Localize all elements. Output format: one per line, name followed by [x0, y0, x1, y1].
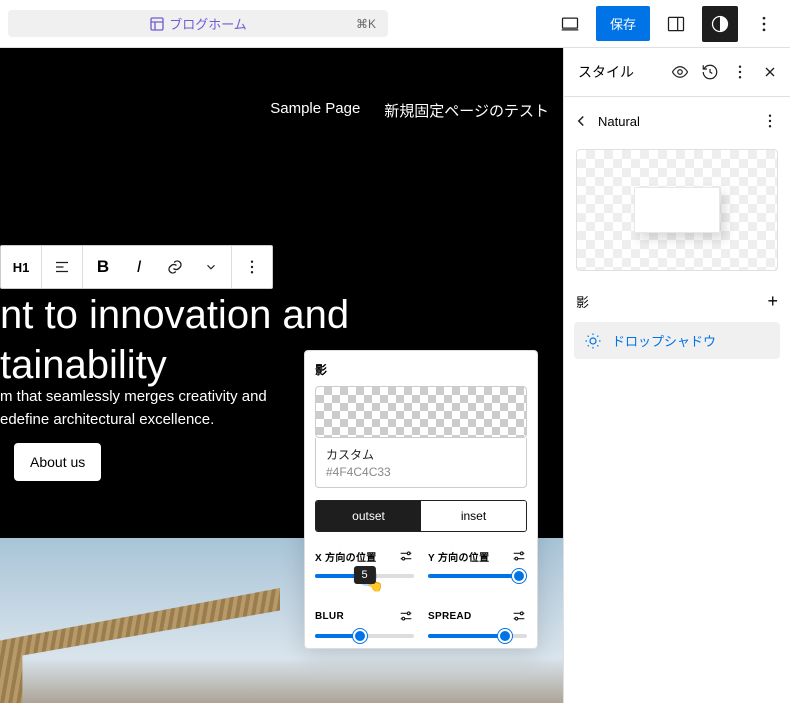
breadcrumb-text: ブログホーム [169, 14, 247, 33]
sun-icon [584, 332, 602, 350]
panel-toggle-button[interactable] [658, 6, 694, 42]
revisions-button[interactable] [696, 58, 724, 86]
settings-icon[interactable] [398, 608, 414, 624]
slider-y-track[interactable] [428, 574, 527, 578]
shadow-swatch[interactable] [315, 386, 527, 438]
layout-icon [149, 16, 165, 32]
drop-shadow-item[interactable]: ドロップシャドウ [574, 322, 780, 359]
slider-y: Y 方向の位置 [428, 548, 527, 578]
chevron-left-icon [572, 112, 590, 130]
sidebar-more-button[interactable] [726, 58, 754, 86]
italic-button[interactable]: I [121, 248, 157, 286]
outset-button[interactable]: outset [316, 501, 421, 531]
settings-icon[interactable] [511, 608, 527, 624]
align-button[interactable] [44, 248, 80, 286]
block-toolbar: H1 B I [0, 245, 273, 289]
styles-sidebar: スタイル Natural 影 + ドロップシャドウ [563, 48, 790, 703]
block-more-button[interactable] [234, 248, 270, 286]
top-bar: ブログホーム ⌘K 保存 [0, 0, 790, 48]
nav-link-sample[interactable]: Sample Page [270, 100, 360, 121]
shortcut-hint: ⌘K [356, 17, 376, 31]
shadow-popover: 影 カスタム #4F4C4C33 outset inset X 方向の位置 👆 [304, 350, 538, 649]
sidebar-title: スタイル [578, 62, 634, 82]
slider-spread: SPREAD [428, 608, 527, 638]
more-menu-button[interactable] [746, 6, 782, 42]
main-area: Sample Page 新規固定ページのテスト H1 B I nt to inn… [0, 48, 790, 703]
site-nav: Sample Page 新規固定ページのテスト [270, 100, 549, 121]
settings-icon[interactable] [398, 548, 414, 564]
back-button[interactable]: Natural [572, 112, 640, 130]
sub-more-button[interactable] [756, 107, 784, 135]
preview-box [634, 187, 720, 233]
sidebar-subheader: Natural [564, 97, 790, 145]
shadow-preview-card [576, 149, 778, 271]
sliders-grid: X 方向の位置 👆 5 Y 方向の位置 BLUR [315, 548, 527, 638]
heading-level-button[interactable]: H1 [3, 248, 39, 286]
bold-button[interactable]: B [85, 248, 121, 286]
close-sidebar-button[interactable] [756, 58, 784, 86]
styles-toggle-button[interactable] [702, 6, 738, 42]
paragraph-block[interactable]: m that seamlessly merges creativity and … [0, 385, 267, 432]
slider-value-tooltip: 5 [353, 566, 375, 584]
add-shadow-button[interactable]: + [767, 291, 778, 312]
inset-button[interactable]: inset [421, 501, 526, 531]
sidebar-header: スタイル [564, 48, 790, 97]
shadow-type-segmented: outset inset [315, 500, 527, 532]
breadcrumb-button[interactable]: ブログホーム ⌘K [8, 10, 388, 37]
save-button[interactable]: 保存 [596, 6, 650, 41]
popover-title: 影 [315, 361, 527, 378]
nav-link-test[interactable]: 新規固定ページのテスト [384, 100, 549, 121]
shadow-section-header: 影 + [564, 285, 790, 322]
slider-blur-track[interactable] [315, 634, 414, 638]
settings-icon[interactable] [511, 548, 527, 564]
format-dropdown-button[interactable] [193, 248, 229, 286]
link-button[interactable] [157, 248, 193, 286]
editor-canvas[interactable]: Sample Page 新規固定ページのテスト H1 B I nt to inn… [0, 48, 563, 703]
heading-block[interactable]: nt to innovation and tainability [0, 290, 349, 390]
slider-blur: BLUR [315, 608, 414, 638]
device-preview-button[interactable] [552, 6, 588, 42]
topbar-actions: 保存 [552, 6, 782, 42]
slider-spread-track[interactable] [428, 634, 527, 638]
about-us-button[interactable]: About us [14, 443, 101, 481]
slider-x: X 方向の位置 👆 5 [315, 548, 414, 578]
stylebook-button[interactable] [666, 58, 694, 86]
custom-color-box[interactable]: カスタム #4F4C4C33 [315, 438, 527, 488]
